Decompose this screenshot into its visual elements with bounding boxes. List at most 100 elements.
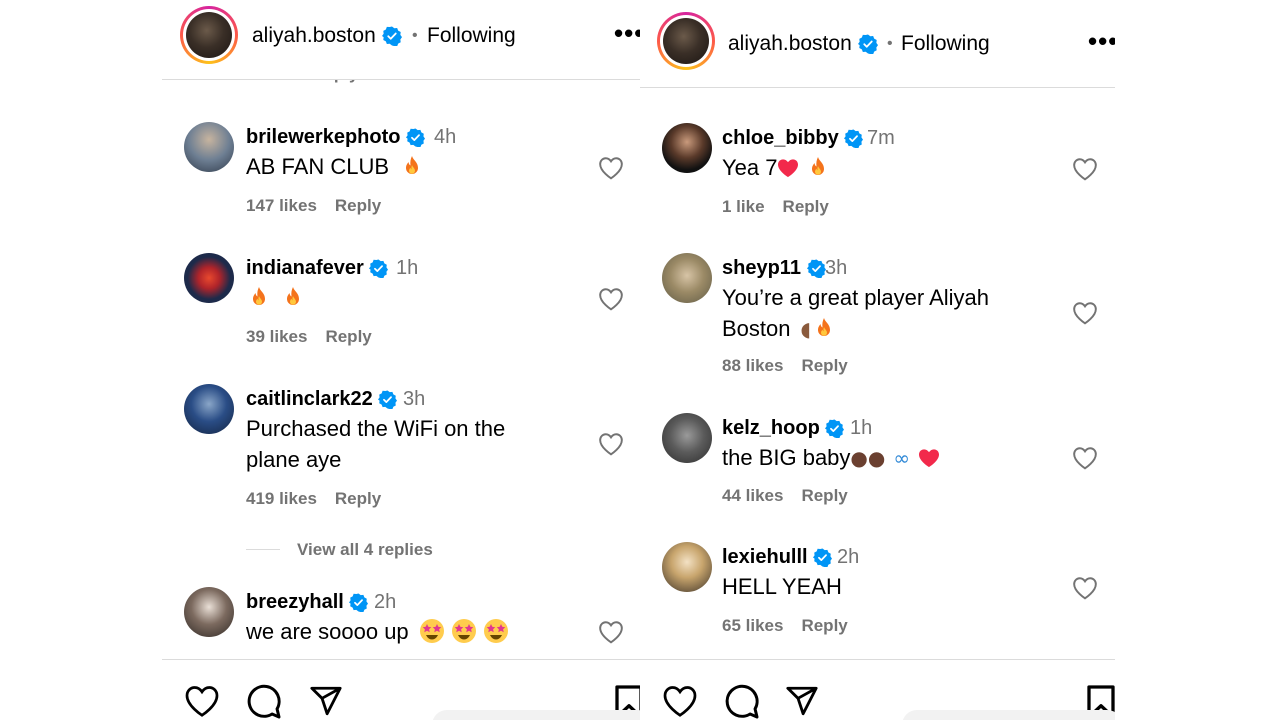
star-struck-emoji: [451, 618, 477, 644]
like-icon[interactable]: [184, 684, 220, 718]
commenter-avatar[interactable]: [184, 253, 234, 303]
share-icon[interactable]: [784, 684, 820, 718]
heart-outline-icon[interactable]: [598, 287, 624, 311]
like-count[interactable]: 147 likes: [246, 196, 317, 215]
commenter-username[interactable]: breezyhall: [246, 591, 368, 614]
header-separator: •: [412, 27, 418, 44]
commenter-avatar[interactable]: [184, 122, 234, 172]
reply-button[interactable]: Reply: [335, 196, 381, 215]
fire-emoji: [815, 317, 833, 339]
comment-text: HELL YEAH: [722, 574, 842, 599]
author-avatar[interactable]: [180, 6, 238, 64]
hands-emoji: ●●: [850, 446, 886, 470]
verified-icon: [382, 26, 402, 46]
comment-text: the BIG baby●● ∞: [722, 442, 940, 474]
verified-icon: [369, 259, 388, 278]
red-heart-emoji: [918, 448, 940, 468]
red-heart-emoji: [777, 158, 799, 178]
commenter-username[interactable]: indianafever: [246, 257, 388, 280]
like-count[interactable]: 1 like: [722, 197, 765, 216]
commenter-avatar[interactable]: [662, 123, 712, 173]
comment-meta: 39 likes Reply: [246, 327, 390, 347]
commenter-avatar[interactable]: [662, 413, 712, 463]
header-separator: •: [887, 35, 893, 52]
flexed-biceps-emoji: ◖: [800, 317, 812, 341]
fire-emoji: [250, 286, 268, 308]
post-header: aliyah.boston • Following •••: [640, 0, 1115, 88]
comment-time: 7m: [867, 127, 895, 149]
comment-text: You’re a great player Aliyah Boston ◖: [722, 285, 990, 341]
verified-icon: [825, 419, 844, 438]
post-header: aliyah.boston • Following •••: [162, 0, 640, 80]
like-icon[interactable]: [662, 684, 698, 718]
heart-outline-icon[interactable]: [598, 620, 624, 644]
verified-icon: [813, 548, 832, 567]
commenter-username[interactable]: sheyp11: [722, 257, 826, 280]
comment-text: Yea 7: [722, 152, 831, 183]
heart-outline-icon[interactable]: [598, 432, 624, 456]
comment-meta: 88 likes Reply: [722, 356, 866, 376]
commenter-avatar[interactable]: [662, 542, 712, 592]
heart-outline-icon[interactable]: [1072, 576, 1098, 600]
heart-outline-icon[interactable]: [598, 156, 624, 180]
comment-icon[interactable]: [246, 684, 282, 720]
more-options-icon[interactable]: •••: [1088, 28, 1115, 54]
commenter-username[interactable]: brilewerkephoto: [246, 126, 425, 149]
replies-divider: [246, 549, 280, 550]
reply-button[interactable]: Reply: [783, 197, 829, 216]
heart-outline-icon[interactable]: [1072, 157, 1098, 181]
comment-text: we are soooo up: [246, 616, 515, 647]
verified-icon: [844, 129, 863, 148]
reply-button[interactable]: Reply: [325, 327, 371, 346]
post-action-bar: [640, 659, 1115, 720]
like-count[interactable]: 88 likes: [722, 356, 783, 375]
following-status[interactable]: Following: [901, 32, 990, 56]
heart-outline-icon[interactable]: [1072, 446, 1098, 470]
comment-time: 3h: [403, 388, 426, 410]
like-count[interactable]: 419 likes: [246, 489, 317, 508]
author-username[interactable]: aliyah.boston: [728, 32, 878, 56]
fire-emoji: [403, 155, 421, 177]
reply-button[interactable]: Reply: [801, 616, 847, 635]
commenter-username[interactable]: chloe_bibby: [722, 127, 863, 150]
following-status[interactable]: Following: [427, 24, 516, 48]
comment-input-edge[interactable]: [902, 710, 1115, 720]
comment-meta: 419 likes Reply: [246, 489, 399, 509]
comment-meta: 1 like Reply: [722, 197, 847, 217]
comment-icon[interactable]: [724, 684, 760, 720]
more-options-icon[interactable]: •••: [614, 20, 640, 46]
comment-text: [246, 282, 306, 313]
star-struck-emoji: [419, 618, 445, 644]
reply-button[interactable]: Reply: [801, 356, 847, 375]
commenter-username[interactable]: kelz_hoop: [722, 417, 844, 440]
verified-icon: [349, 593, 368, 612]
view-replies-button[interactable]: View all 4 replies: [297, 540, 433, 560]
fire-emoji: [809, 156, 827, 178]
comment-time: 2h: [837, 546, 860, 568]
verified-icon: [406, 128, 425, 147]
author-username[interactable]: aliyah.boston: [252, 24, 402, 48]
post-action-bar: [162, 659, 640, 720]
commenter-avatar[interactable]: [662, 253, 712, 303]
verified-icon: [858, 34, 878, 54]
commenter-avatar[interactable]: [184, 587, 234, 637]
reply-button[interactable]: Reply: [801, 486, 847, 505]
star-struck-emoji: [483, 618, 509, 644]
infinity-emoji: ∞: [893, 446, 910, 470]
comment-input-edge[interactable]: [432, 710, 640, 720]
like-count[interactable]: 65 likes: [722, 616, 783, 635]
comment-text: AB FAN CLUB: [246, 151, 425, 182]
like-count[interactable]: 44 likes: [722, 486, 783, 505]
author-avatar[interactable]: [657, 12, 715, 70]
heart-outline-icon[interactable]: [1072, 301, 1098, 325]
share-icon[interactable]: [308, 684, 344, 718]
verified-icon: [807, 259, 826, 278]
post-comments-panel-left: 65 likes Reply aliyah.boston • Following…: [162, 0, 640, 720]
comment-meta: 65 likes Reply: [722, 616, 866, 636]
commenter-avatar[interactable]: [184, 384, 234, 434]
comment-time: 3h: [825, 257, 848, 279]
commenter-username[interactable]: caitlinclark22: [246, 388, 397, 411]
commenter-username[interactable]: lexiehulll: [722, 546, 832, 569]
reply-button[interactable]: Reply: [335, 489, 381, 508]
like-count[interactable]: 39 likes: [246, 327, 307, 346]
